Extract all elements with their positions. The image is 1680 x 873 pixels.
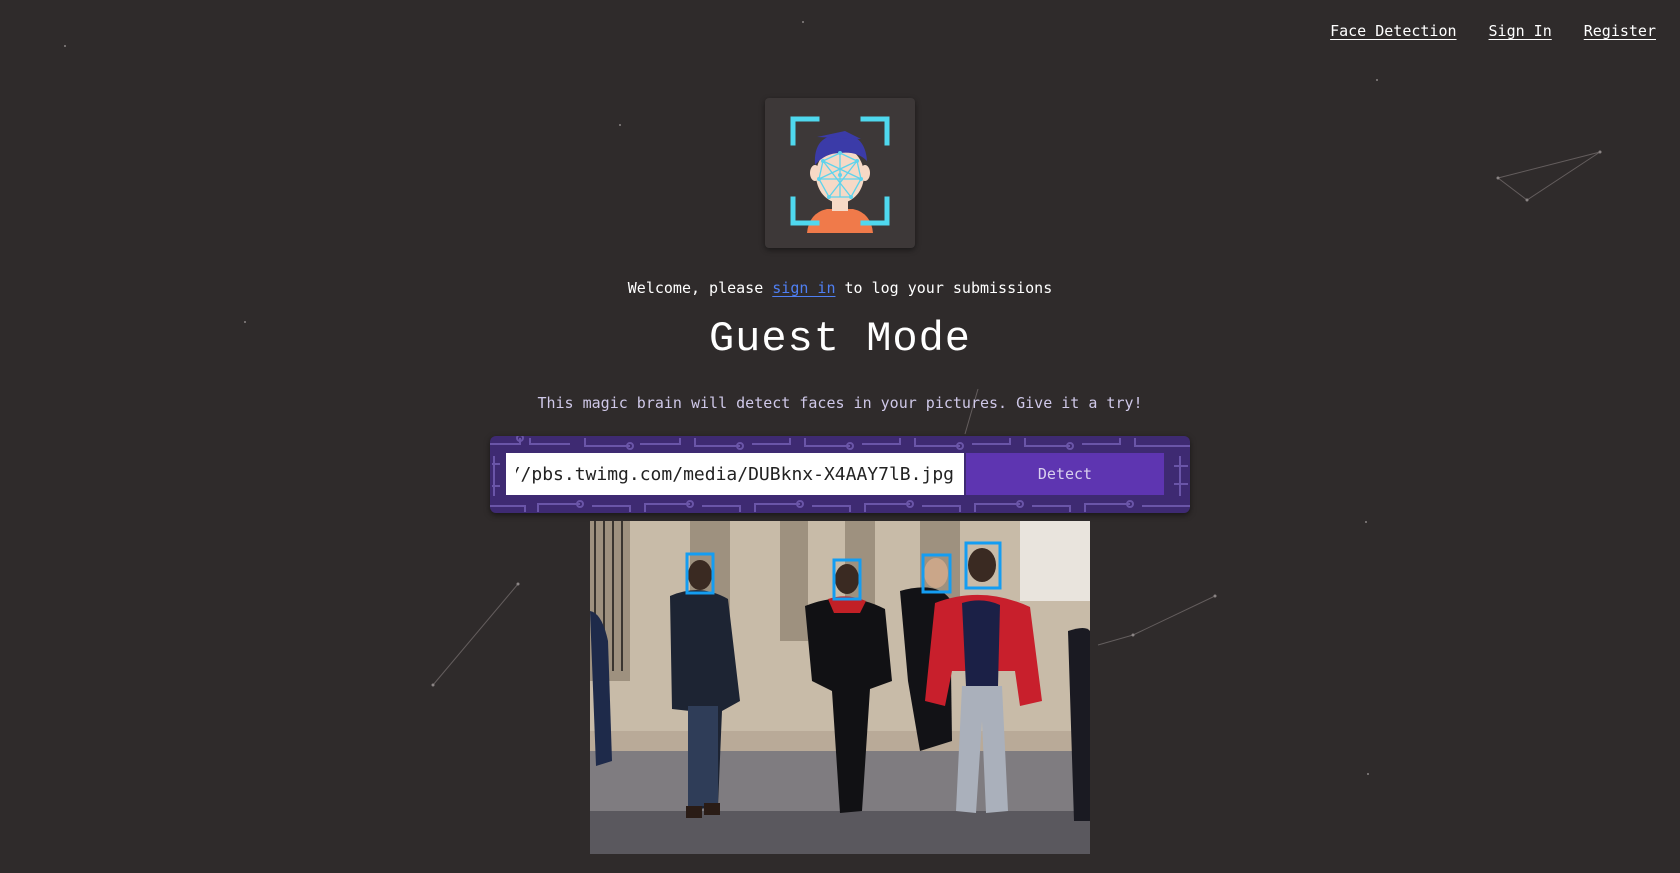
welcome-message: Welcome, please sign in to log your subm… bbox=[0, 279, 1680, 297]
image-url-input[interactable] bbox=[506, 453, 964, 495]
nav-register[interactable]: Register bbox=[1584, 22, 1656, 40]
sign-in-link[interactable]: sign in bbox=[772, 279, 835, 297]
nav-face-detection[interactable]: Face Detection bbox=[1330, 22, 1456, 40]
url-form: Detect bbox=[490, 436, 1190, 513]
page-title: Guest Mode bbox=[708, 315, 972, 363]
street-photo bbox=[590, 521, 1090, 854]
result-image bbox=[590, 521, 1090, 854]
welcome-suffix: to log your submissions bbox=[835, 279, 1053, 297]
welcome-prefix: Welcome, please bbox=[627, 279, 773, 297]
top-nav: Face Detection Sign In Register bbox=[1330, 22, 1656, 40]
logo-card[interactable] bbox=[765, 98, 915, 248]
detect-button[interactable]: Detect bbox=[966, 453, 1164, 495]
face-scan-icon bbox=[790, 116, 890, 233]
nav-sign-in[interactable]: Sign In bbox=[1489, 22, 1552, 40]
tagline: This magic brain will detect faces in yo… bbox=[537, 394, 1143, 412]
